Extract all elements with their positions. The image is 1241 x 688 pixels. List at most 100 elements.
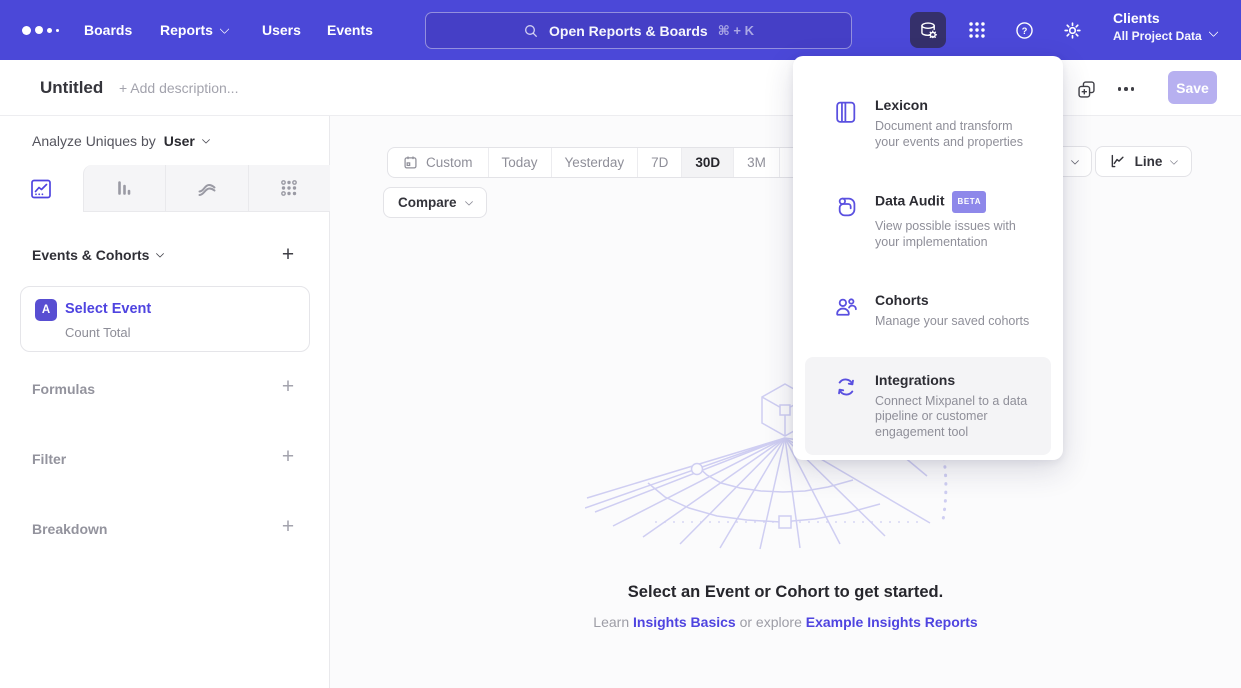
nav-users[interactable]: Users bbox=[262, 0, 301, 60]
project-selector[interactable]: Clients All Project Data bbox=[1113, 9, 1202, 45]
chevron-down-icon bbox=[1209, 27, 1219, 37]
date-today-button[interactable]: Today bbox=[489, 148, 552, 177]
save-button[interactable]: Save bbox=[1168, 71, 1217, 104]
data-audit-description: View possible issues with your implement… bbox=[875, 219, 1037, 250]
menu-item-lexicon[interactable]: Lexicon Document and transform your even… bbox=[805, 82, 1051, 165]
search-input[interactable]: Open Reports & Boards ⌘ + K bbox=[425, 12, 852, 49]
empty-state-title: Select an Event or Cohort to get started… bbox=[330, 583, 1241, 602]
date-7d-button[interactable]: 7D bbox=[638, 148, 682, 177]
metrics-grid-icon bbox=[277, 176, 301, 200]
breakdown-label: Breakdown bbox=[32, 521, 107, 537]
events-cohorts-header[interactable]: Events & Cohorts bbox=[32, 247, 163, 263]
learn-prefix: Learn bbox=[593, 614, 629, 630]
line-chart-icon bbox=[1110, 153, 1126, 170]
add-filter-button[interactable]: + bbox=[276, 445, 300, 469]
nav-events[interactable]: Events bbox=[327, 0, 373, 60]
chart-type-label: Line bbox=[1135, 154, 1163, 169]
event-letter-badge: A bbox=[35, 299, 57, 321]
nav-boards[interactable]: Boards bbox=[84, 0, 132, 60]
add-breakdown-button[interactable]: + bbox=[276, 515, 300, 539]
date-30d-button[interactable]: 30D bbox=[682, 148, 734, 177]
empty-state-subtitle: Learn Insights Basics or explore Example… bbox=[330, 614, 1241, 630]
date-3m-button[interactable]: 3M bbox=[734, 148, 780, 177]
project-name: Clients bbox=[1113, 9, 1202, 28]
more-icon bbox=[1118, 87, 1135, 91]
date-yesterday-button[interactable]: Yesterday bbox=[552, 148, 639, 177]
flow-icon bbox=[195, 176, 219, 200]
mixpanel-logo[interactable] bbox=[22, 0, 59, 60]
date-custom-button[interactable]: Custom bbox=[388, 148, 489, 177]
add-description-field[interactable]: + Add description... bbox=[119, 80, 238, 96]
chevron-down-icon bbox=[1170, 156, 1178, 164]
report-title[interactable]: Untitled bbox=[40, 78, 103, 98]
query-sidebar: Analyze Uniques by User bbox=[0, 116, 330, 688]
more-button[interactable] bbox=[1112, 76, 1140, 102]
data-audit-title: Data AuditBETA bbox=[875, 192, 1037, 214]
settings-icon bbox=[1062, 20, 1083, 41]
tab-bar-chart[interactable] bbox=[83, 165, 166, 212]
add-event-button[interactable]: + bbox=[276, 243, 300, 267]
line-chart-icon bbox=[29, 177, 53, 201]
bar-chart-icon bbox=[112, 176, 136, 200]
date-range-control: Custom Today Yesterday 7D 30D 3M 6M bbox=[387, 147, 826, 178]
insights-basics-link[interactable]: Insights Basics bbox=[633, 614, 736, 630]
chevron-down-icon bbox=[1071, 156, 1079, 164]
tab-flow[interactable] bbox=[165, 165, 248, 212]
chevron-down-icon bbox=[156, 249, 164, 257]
help-button[interactable]: ? bbox=[1006, 12, 1042, 48]
search-placeholder: Open Reports & Boards bbox=[549, 23, 708, 39]
compare-button[interactable]: Compare bbox=[383, 187, 487, 218]
menu-item-cohorts[interactable]: Cohorts Manage your saved cohorts bbox=[805, 277, 1051, 345]
project-scope: All Project Data bbox=[1113, 28, 1202, 45]
data-management-menu: Lexicon Document and transform your even… bbox=[793, 56, 1063, 460]
nav-reports[interactable]: Reports bbox=[160, 0, 228, 60]
help-icon: ? bbox=[1014, 20, 1035, 41]
integrations-description: Connect Mixpanel to a data pipeline or c… bbox=[875, 394, 1037, 441]
analyze-value: User bbox=[164, 133, 195, 149]
svg-text:?: ? bbox=[1021, 25, 1027, 35]
duplicate-button[interactable] bbox=[1072, 76, 1100, 102]
event-card[interactable]: A Select Event Count Total bbox=[20, 286, 310, 352]
chart-type-dropdown[interactable]: Line bbox=[1095, 146, 1192, 177]
events-cohorts-label: Events & Cohorts bbox=[32, 247, 149, 263]
analyze-prefix: Analyze Uniques by bbox=[32, 133, 156, 149]
cohorts-description: Manage your saved cohorts bbox=[875, 314, 1029, 330]
cohorts-title: Cohorts bbox=[875, 292, 1029, 309]
nav-users-label: Users bbox=[262, 22, 301, 38]
data-management-icon bbox=[918, 20, 939, 41]
data-management-button[interactable] bbox=[910, 12, 946, 48]
chart-type-tabs bbox=[0, 165, 330, 212]
integrations-title: Integrations bbox=[875, 372, 1037, 389]
data-audit-icon bbox=[833, 192, 859, 250]
cohorts-icon bbox=[833, 292, 859, 330]
nav-boards-label: Boards bbox=[84, 22, 132, 38]
integrations-icon bbox=[833, 372, 859, 441]
filter-label: Filter bbox=[32, 451, 66, 467]
nav-reports-label: Reports bbox=[160, 22, 213, 38]
menu-item-data-audit[interactable]: Data AuditBETA View possible issues with… bbox=[805, 177, 1051, 265]
analyze-uniques-selector[interactable]: Analyze Uniques by User bbox=[32, 133, 209, 149]
date-custom-label: Custom bbox=[426, 155, 473, 170]
lexicon-description: Document and transform your events and p… bbox=[875, 119, 1037, 150]
chevron-down-icon bbox=[464, 197, 472, 205]
apps-grid-button[interactable] bbox=[959, 12, 995, 48]
compare-label: Compare bbox=[398, 195, 457, 210]
tab-insights-line[interactable] bbox=[0, 165, 83, 212]
chevron-down-icon bbox=[219, 24, 229, 34]
add-formula-button[interactable]: + bbox=[276, 375, 300, 399]
select-event-button[interactable]: Select Event bbox=[65, 301, 151, 317]
lexicon-title: Lexicon bbox=[875, 97, 1037, 114]
tab-metrics[interactable] bbox=[248, 165, 331, 212]
duplicate-icon bbox=[1076, 79, 1097, 100]
beta-badge: BETA bbox=[952, 191, 986, 213]
chevron-down-icon bbox=[202, 135, 210, 143]
nav-events-label: Events bbox=[327, 22, 373, 38]
example-reports-link[interactable]: Example Insights Reports bbox=[806, 614, 978, 630]
count-total-selector[interactable]: Count Total bbox=[65, 325, 131, 340]
settings-button[interactable] bbox=[1054, 12, 1090, 48]
search-shortcut: ⌘ + K bbox=[718, 23, 754, 39]
search-icon bbox=[523, 23, 539, 39]
chart-canvas: Custom Today Yesterday 7D 30D 3M 6M Comp… bbox=[330, 116, 1241, 688]
menu-item-integrations[interactable]: Integrations Connect Mixpanel to a data … bbox=[805, 357, 1051, 456]
formulas-label: Formulas bbox=[32, 381, 95, 397]
